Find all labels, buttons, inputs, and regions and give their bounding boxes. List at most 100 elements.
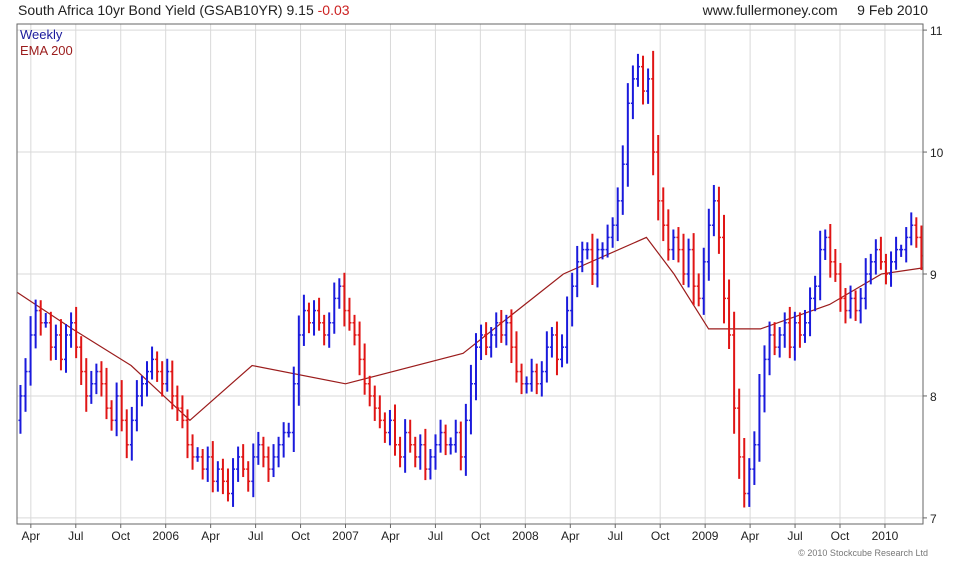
x-tick-label: 2010	[872, 529, 899, 543]
ohlc-bar	[306, 302, 311, 334]
x-tick-label: Apr	[381, 529, 400, 543]
y-tick-label: 8	[930, 390, 937, 404]
ohlc-bar	[727, 279, 732, 349]
legend-weekly-label: Weekly	[20, 27, 63, 42]
ohlc-bar	[635, 53, 640, 87]
ohlc-bar	[48, 311, 53, 361]
ohlc-bar	[362, 343, 367, 395]
ohlc-bar	[641, 55, 646, 105]
ohlc-bar	[848, 285, 853, 319]
ohlc-bar	[225, 468, 230, 502]
ohlc-bar	[661, 187, 666, 242]
ohlc-bar	[514, 331, 519, 383]
ohlc-bar	[231, 458, 236, 507]
ohlc-bar	[873, 239, 878, 275]
ohlc-bar	[53, 324, 58, 360]
ohlc-bar	[671, 229, 676, 260]
y-tick-label: 10	[930, 146, 944, 160]
ohlc-bar	[752, 431, 757, 485]
ohlc-bar	[509, 309, 514, 364]
ohlc-bar	[448, 437, 453, 455]
ohlc-bar	[195, 447, 200, 462]
ohlc-bar	[828, 224, 833, 278]
ohlc-bar	[782, 312, 787, 348]
ohlc-bar	[291, 366, 296, 453]
ohlc-bar	[139, 375, 144, 407]
ohlc-bar	[215, 461, 220, 492]
ohlc-bar	[504, 314, 509, 346]
ohlc-bar	[565, 296, 570, 364]
ohlc-bar	[909, 212, 914, 246]
ohlc-bar	[347, 297, 352, 331]
x-tick-label: Jul	[608, 529, 623, 543]
ohlc-bar	[711, 184, 716, 237]
ohlc-bar	[175, 385, 180, 421]
ohlc-bar	[468, 364, 473, 435]
y-tick-label: 9	[930, 268, 937, 282]
ohlc-bar	[220, 458, 225, 495]
ohlc-bar	[200, 449, 205, 480]
ohlc-bar	[387, 409, 392, 446]
ohlc-bar	[89, 370, 94, 404]
ohlc-bar	[413, 436, 418, 468]
ohlc-bar	[686, 238, 691, 288]
x-tick-label: Apr	[561, 529, 580, 543]
x-tick-label: 2009	[692, 529, 719, 543]
ohlc-bar	[630, 65, 635, 120]
legend-weekly: Weekly	[20, 27, 62, 42]
ohlc-bar	[666, 209, 671, 261]
legend-ema: EMA 200	[20, 43, 73, 58]
ohlc-bar	[43, 313, 48, 328]
ohlc-bar	[23, 358, 28, 412]
ohlc-bar	[818, 230, 823, 301]
ohlc-bar	[382, 412, 387, 443]
ohlc-bar	[69, 312, 74, 348]
ohlc-bar	[337, 278, 342, 309]
ohlc-bar	[605, 224, 610, 258]
chart-date: 9 Feb 2010	[857, 2, 928, 18]
ohlc-bar	[762, 345, 767, 413]
ohlc-bar	[79, 336, 84, 385]
ohlc-bar	[590, 233, 595, 285]
ohlc-bar	[620, 145, 625, 215]
title-text: South Africa 10yr Bond Yield (GSAB10YR)	[18, 2, 283, 18]
ohlc-bar	[904, 227, 909, 263]
ohlc-bar	[134, 380, 139, 432]
ohlc-bar	[241, 444, 246, 478]
ohlc-bar	[463, 403, 468, 476]
y-tick-label: 11	[930, 24, 943, 38]
ohlc-bar	[742, 438, 747, 508]
ohlc-bar	[124, 409, 129, 459]
ohlc-bar	[84, 358, 89, 412]
ohlc-bar	[838, 263, 843, 312]
ohlc-bar	[28, 316, 33, 386]
ohlc-bar	[721, 214, 726, 324]
x-tick-label: 2008	[512, 529, 539, 543]
y-tick-label: 7	[930, 512, 937, 526]
ohlc-bar	[104, 367, 109, 420]
site-link[interactable]: www.fullermoney.com	[703, 2, 838, 18]
ohlc-bar	[858, 288, 863, 324]
ohlc-bar	[408, 419, 413, 453]
ohlc-bar	[610, 217, 615, 248]
ohlc-bar	[580, 241, 585, 273]
ohlc-bar	[833, 249, 838, 282]
x-tick-label: Oct	[111, 529, 130, 543]
ohlc-bar	[393, 404, 398, 456]
ohlc-bar	[256, 431, 261, 465]
ohlc-bar	[312, 300, 317, 336]
ohlc-bar	[554, 321, 559, 376]
ohlc-bar	[438, 419, 443, 453]
change-value: -0.03	[317, 2, 350, 18]
ohlc-bar	[575, 245, 580, 298]
ohlc-bar	[625, 83, 630, 187]
ohlc-bar	[251, 443, 256, 498]
ohlc-bar	[843, 288, 848, 324]
ohlc-bar	[58, 319, 63, 371]
ohlc-bar	[529, 358, 534, 392]
ohlc-layer	[18, 50, 924, 508]
ohlc-bar	[651, 50, 656, 176]
ohlc-bar	[332, 282, 337, 334]
ohlc-bar	[585, 242, 590, 260]
x-tick-label: Jul	[248, 529, 263, 543]
